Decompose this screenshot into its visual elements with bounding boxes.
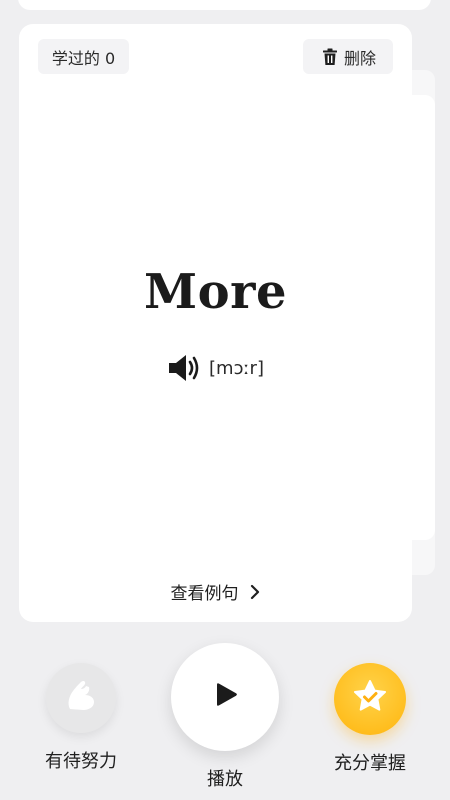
needs-work-button[interactable] <box>46 663 116 733</box>
chevron-right-icon <box>249 584 261 600</box>
vocabulary-word: More <box>144 264 287 320</box>
speaker-icon[interactable] <box>167 352 203 384</box>
view-examples-link[interactable]: 查看例句 <box>19 579 412 604</box>
learned-count-chip: 学过的 0 <box>38 39 129 74</box>
pronunciation-row[interactable]: [mɔːr] <box>19 352 412 384</box>
learned-count-label: 学过的 0 <box>51 48 116 68</box>
view-examples-label: 查看例句 <box>170 584 239 604</box>
delete-label: 删除 <box>343 48 376 68</box>
star-check-icon <box>350 677 390 721</box>
mastered-button[interactable] <box>334 663 406 735</box>
needs-work-label: 有待努力 <box>45 751 117 772</box>
previous-card-peek <box>18 0 431 10</box>
needs-work-control[interactable]: 有待努力 <box>38 663 124 773</box>
flexed-arm-icon <box>61 676 101 720</box>
word-card: 学过的 0 删除 More [mɔːr] 查看例句 <box>19 24 412 622</box>
delete-button[interactable]: 删除 <box>303 39 393 74</box>
phonetic-text: [mɔːr] <box>209 357 264 379</box>
mastered-control[interactable]: 充分掌握 <box>327 663 413 775</box>
mastered-label: 充分掌握 <box>334 753 406 774</box>
play-control[interactable]: 播放 <box>171 643 279 791</box>
trash-icon <box>320 47 340 67</box>
play-label: 播放 <box>207 769 243 790</box>
play-icon <box>210 680 240 714</box>
play-button[interactable] <box>171 643 279 751</box>
